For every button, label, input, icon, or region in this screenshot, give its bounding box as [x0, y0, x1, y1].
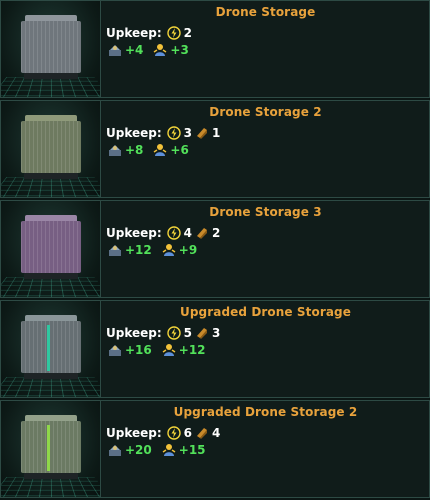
energy-icon — [166, 126, 181, 140]
building-info: Drone Storage 3 Upkeep: 4 2 +12 +9 — [102, 201, 429, 297]
upkeep-label: Upkeep: — [106, 26, 162, 40]
housing-icon — [108, 443, 122, 457]
upkeep-label: Upkeep: — [106, 326, 162, 340]
housing-icon — [108, 343, 122, 357]
energy-upkeep-value: 5 — [183, 326, 193, 340]
building-info: Drone Storage Upkeep: 2 +4 +3 — [102, 1, 429, 97]
building-title: Drone Storage 2 — [209, 105, 322, 119]
building-row[interactable]: Drone Storage 2 Upkeep: 3 1 +8 +6 — [0, 100, 430, 198]
energy-upkeep-value: 2 — [183, 26, 193, 40]
drone-storage-icon — [21, 215, 81, 281]
building-title: Drone Storage 3 — [209, 205, 322, 219]
amenities-icon — [162, 443, 176, 457]
building-image — [1, 1, 101, 97]
energy-icon — [166, 226, 181, 240]
upkeep-line: Upkeep: 4 2 — [106, 225, 220, 241]
energy-upkeep-value: 4 — [183, 226, 193, 240]
drone-storage-icon — [21, 115, 81, 181]
energy-upkeep-value: 6 — [183, 426, 193, 440]
amenities-value: +6 — [170, 143, 189, 157]
building-image — [1, 301, 101, 397]
building-row[interactable]: Drone Storage Upkeep: 2 +4 +3 — [0, 0, 430, 98]
building-info: Upgraded Drone Storage Upkeep: 5 3 +16 +… — [102, 301, 429, 397]
drone-storage-icon — [21, 15, 81, 81]
housing-value: +8 — [125, 143, 144, 157]
amenities-icon — [162, 343, 176, 357]
alloys-icon — [195, 126, 209, 140]
building-info: Drone Storage 2 Upkeep: 3 1 +8 +6 — [102, 101, 429, 197]
alloys-upkeep-value: 2 — [212, 226, 221, 240]
housing-value: +12 — [125, 243, 152, 257]
amenities-value: +3 — [170, 43, 189, 57]
building-row[interactable]: Drone Storage 3 Upkeep: 4 2 +12 +9 — [0, 200, 430, 298]
housing-value: +4 — [125, 43, 144, 57]
building-image — [1, 401, 101, 497]
production-line: +16 +12 — [108, 342, 206, 358]
upkeep-label: Upkeep: — [106, 426, 162, 440]
drone-storage-icon — [21, 315, 81, 381]
alloys-upkeep-value: 4 — [212, 426, 221, 440]
building-image — [1, 101, 101, 197]
housing-icon — [108, 243, 122, 257]
building-title: Upgraded Drone Storage 2 — [173, 405, 358, 419]
building-list: Drone Storage Upkeep: 2 +4 +3 Drone Stor… — [0, 0, 430, 500]
upkeep-line: Upkeep: 5 3 — [106, 325, 220, 341]
housing-value: +16 — [125, 343, 152, 357]
building-row[interactable]: Upgraded Drone Storage Upkeep: 5 3 +16 +… — [0, 300, 430, 398]
amenities-icon — [162, 243, 176, 257]
building-title: Upgraded Drone Storage — [180, 305, 351, 319]
amenities-icon — [153, 143, 167, 157]
energy-upkeep-value: 3 — [183, 126, 193, 140]
building-image — [1, 201, 101, 297]
housing-icon — [108, 43, 122, 57]
alloys-icon — [195, 426, 209, 440]
production-line: +12 +9 — [108, 242, 197, 258]
energy-icon — [166, 326, 181, 340]
upkeep-label: Upkeep: — [106, 226, 162, 240]
upkeep-label: Upkeep: — [106, 126, 162, 140]
amenities-icon — [153, 43, 167, 57]
energy-icon — [166, 426, 181, 440]
alloys-icon — [195, 226, 209, 240]
upkeep-line: Upkeep: 6 4 — [106, 425, 220, 441]
production-line: +20 +15 — [108, 442, 206, 458]
alloys-upkeep-value: 1 — [212, 126, 221, 140]
alloys-upkeep-value: 3 — [212, 326, 221, 340]
alloys-icon — [195, 326, 209, 340]
building-title: Drone Storage — [215, 5, 316, 19]
drone-storage-icon — [21, 415, 81, 481]
amenities-value: +15 — [178, 443, 206, 457]
upkeep-line: Upkeep: 3 1 — [106, 125, 220, 141]
building-row[interactable]: Upgraded Drone Storage 2 Upkeep: 6 4 +20… — [0, 400, 430, 498]
building-info: Upgraded Drone Storage 2 Upkeep: 6 4 +20… — [102, 401, 429, 497]
production-line: +8 +6 — [108, 142, 189, 158]
energy-icon — [166, 26, 181, 40]
housing-value: +20 — [125, 443, 152, 457]
production-line: +4 +3 — [108, 42, 189, 58]
amenities-value: +9 — [178, 243, 198, 257]
upkeep-line: Upkeep: 2 — [106, 25, 192, 41]
housing-icon — [108, 143, 122, 157]
amenities-value: +12 — [178, 343, 206, 357]
